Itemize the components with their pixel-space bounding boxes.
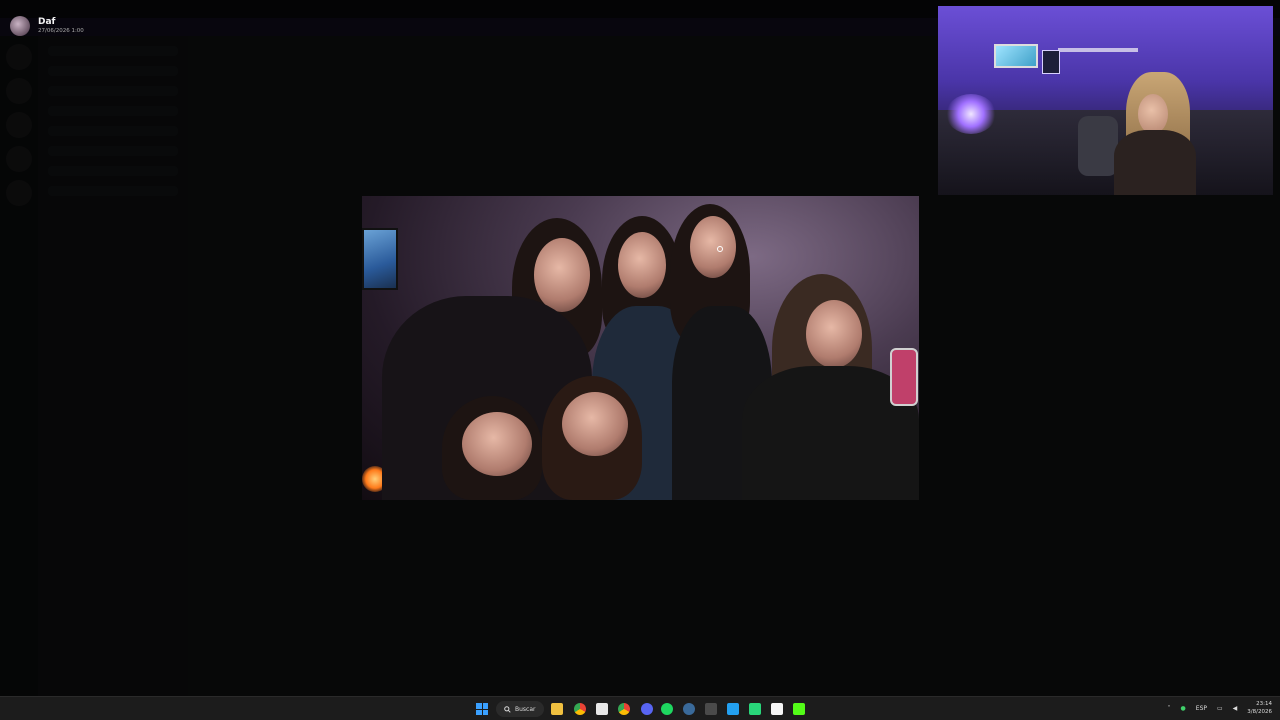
search-icon — [504, 705, 511, 713]
cursor-icon — [717, 246, 723, 252]
clock-time: 23:14 — [1256, 701, 1272, 707]
epic-games-icon[interactable] — [596, 703, 608, 715]
discord-icon[interactable] — [641, 703, 653, 715]
spotify-icon[interactable] — [661, 703, 673, 715]
webcam-monitor — [994, 44, 1038, 68]
vscode-icon[interactable] — [727, 703, 739, 715]
viewer-meta: Daf 27/06/2026 1:00 — [38, 17, 84, 35]
photo-person-face — [690, 216, 736, 278]
photo-person-face — [618, 232, 666, 298]
viewer-date: 27/06/2026 1:00 — [38, 28, 84, 34]
webcam-chair — [1078, 116, 1118, 176]
twitch-studio-icon[interactable] — [749, 703, 761, 715]
viewed-photo[interactable] — [362, 196, 919, 500]
kick-icon[interactable] — [793, 703, 805, 715]
start-button[interactable] — [476, 703, 488, 715]
volume-icon[interactable]: ◀ — [1233, 705, 1238, 712]
file-explorer-icon[interactable] — [551, 703, 563, 715]
notion-icon[interactable] — [771, 703, 783, 715]
webcam-frame — [1042, 50, 1060, 74]
viewer-header: Daf 27/06/2026 1:00 — [10, 16, 84, 36]
photo-person-face — [462, 412, 532, 476]
steam-icon[interactable] — [683, 703, 695, 715]
webcam-overlay — [938, 6, 1273, 195]
photo-person-face — [534, 238, 590, 312]
webcam-lamp — [946, 94, 996, 134]
webcam-person-face — [1138, 94, 1168, 134]
screen: Daf 27/06/2026 1:00 Buscar ˄ ● ESP ▭ ◀ 2… — [0, 0, 1280, 720]
photo-monitor — [362, 228, 398, 290]
webcam-shelf — [1058, 48, 1138, 52]
photo-phone — [890, 348, 918, 406]
taskbar: Buscar ˄ ● ESP ▭ ◀ 23:14 3/8/2026 — [0, 696, 1280, 720]
chrome-icon[interactable] — [574, 703, 586, 715]
clock-date: 3/8/2026 — [1247, 709, 1272, 715]
clock[interactable]: 23:14 3/8/2026 — [1247, 700, 1272, 716]
chevron-up-icon[interactable]: ˄ — [1168, 705, 1171, 712]
search-label: Buscar — [515, 705, 536, 713]
photo-person-face — [806, 300, 862, 368]
network-icon[interactable]: ▭ — [1217, 705, 1223, 712]
taskbar-search[interactable]: Buscar — [496, 701, 544, 717]
photo-person-face — [562, 392, 628, 456]
webcam-person-body — [1114, 130, 1196, 195]
language-indicator[interactable]: ESP — [1196, 705, 1207, 712]
chrome-alt-icon[interactable] — [618, 703, 630, 715]
microphone-icon[interactable]: ● — [1181, 705, 1186, 712]
calculator-icon[interactable] — [705, 703, 717, 715]
system-tray: ˄ ● ESP ▭ ◀ 23:14 3/8/2026 — [1168, 700, 1272, 716]
avatar — [10, 16, 30, 36]
viewer-user-name: Daf — [38, 17, 56, 27]
